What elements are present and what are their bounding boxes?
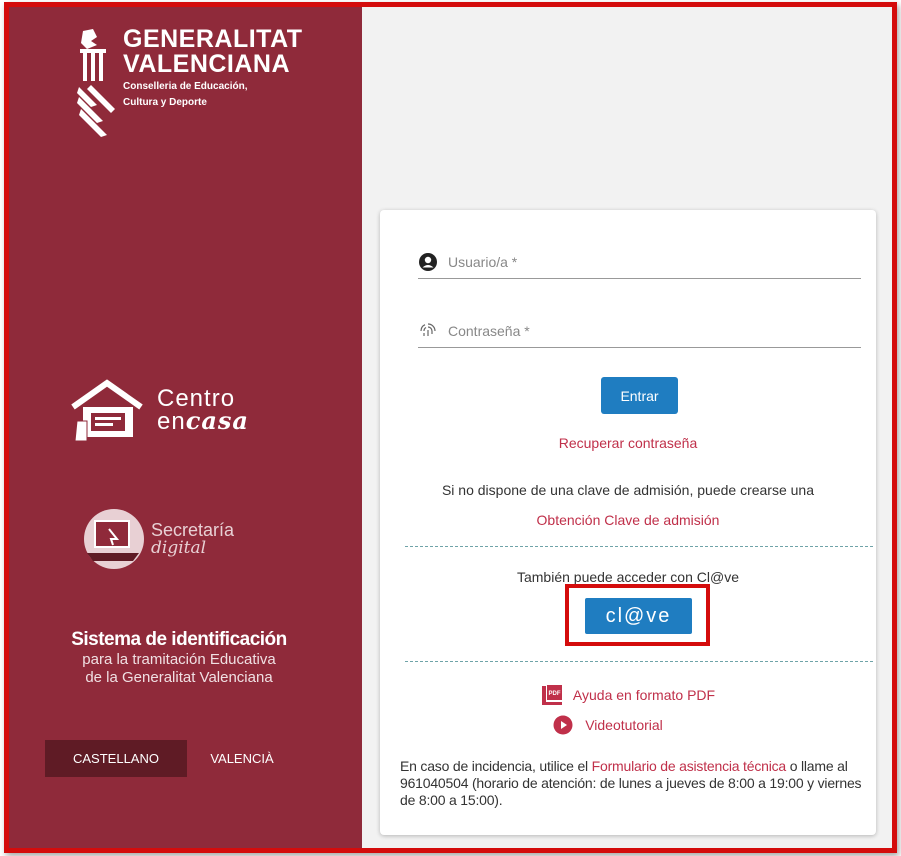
centro-line2-a: en bbox=[157, 407, 186, 435]
password-input[interactable] bbox=[446, 322, 830, 340]
svg-text:PDF: PDF bbox=[548, 691, 560, 697]
divider bbox=[405, 546, 873, 547]
app-frame: GENERALITAT VALENCIANA Conselleria de Ed… bbox=[4, 2, 897, 853]
laptop-icon bbox=[84, 509, 144, 569]
system-title: Sistema de identificación bbox=[71, 629, 287, 650]
language-selector: CASTELLANO VALENCIÀ bbox=[45, 740, 297, 777]
pdf-help-link[interactable]: Ayuda en formato PDF bbox=[573, 687, 715, 703]
user-icon bbox=[419, 253, 437, 271]
login-button[interactable]: Entrar bbox=[601, 377, 678, 414]
house-icon bbox=[71, 379, 143, 442]
footer-pre: En caso de incidencia, utilice el bbox=[400, 758, 592, 774]
play-icon bbox=[553, 715, 573, 735]
centro-line2-b: casa bbox=[185, 405, 249, 435]
login-card: Entrar Recuperar contraseña Si no dispon… bbox=[380, 210, 876, 835]
lang-castellano-button[interactable]: CASTELLANO bbox=[45, 740, 187, 777]
no-key-text: Si no dispone de una clave de admisión, … bbox=[441, 482, 815, 498]
centro-en-casa-logo: Centro encasa bbox=[69, 377, 249, 443]
secretaria-line1: Secretaría bbox=[151, 520, 235, 540]
logo-sub2: Cultura y Deporte bbox=[123, 97, 207, 108]
username-input[interactable] bbox=[446, 253, 830, 271]
generalitat-logo-icon bbox=[77, 29, 115, 137]
clave-highlight: cl@ve bbox=[565, 584, 710, 646]
system-description: Sistema de identificación para la tramit… bbox=[9, 629, 349, 687]
sidebar: GENERALITAT VALENCIANA Conselleria de Ed… bbox=[9, 7, 362, 848]
system-sub1: para la tramitación Educativa bbox=[82, 651, 276, 668]
support-form-link[interactable]: Formulario de asistencia técnica bbox=[592, 758, 787, 774]
get-key-link[interactable]: Obtención Clave de admisión bbox=[537, 512, 720, 528]
footer-text: En caso de incidencia, utilice el Formul… bbox=[400, 758, 875, 809]
logo-sub1: Conselleria de Educación, bbox=[123, 81, 248, 92]
secretaria-digital-logo: Secretaría digital bbox=[81, 507, 234, 571]
pdf-icon: PDF bbox=[541, 685, 562, 705]
password-field bbox=[418, 315, 861, 348]
recover-password-link[interactable]: Recuperar contraseña bbox=[559, 435, 698, 451]
generalitat-logo: GENERALITAT VALENCIANA Conselleria de Ed… bbox=[77, 27, 303, 137]
logo-line2: VALENCIANA bbox=[123, 50, 291, 78]
fingerprint-icon bbox=[420, 323, 436, 336]
username-field bbox=[418, 246, 861, 279]
clave-button[interactable]: cl@ve bbox=[585, 598, 692, 634]
video-tutorial-link[interactable]: Videotutorial bbox=[585, 717, 663, 733]
clave-text: También puede acceder con Cl@ve bbox=[516, 569, 739, 585]
secretaria-line2: digital bbox=[151, 538, 207, 558]
lang-valencia-button[interactable]: VALENCIÀ bbox=[187, 740, 297, 777]
logo-line1: GENERALITAT bbox=[123, 25, 303, 53]
divider bbox=[405, 661, 873, 662]
system-sub2: de la Generalitat Valenciana bbox=[85, 669, 273, 686]
